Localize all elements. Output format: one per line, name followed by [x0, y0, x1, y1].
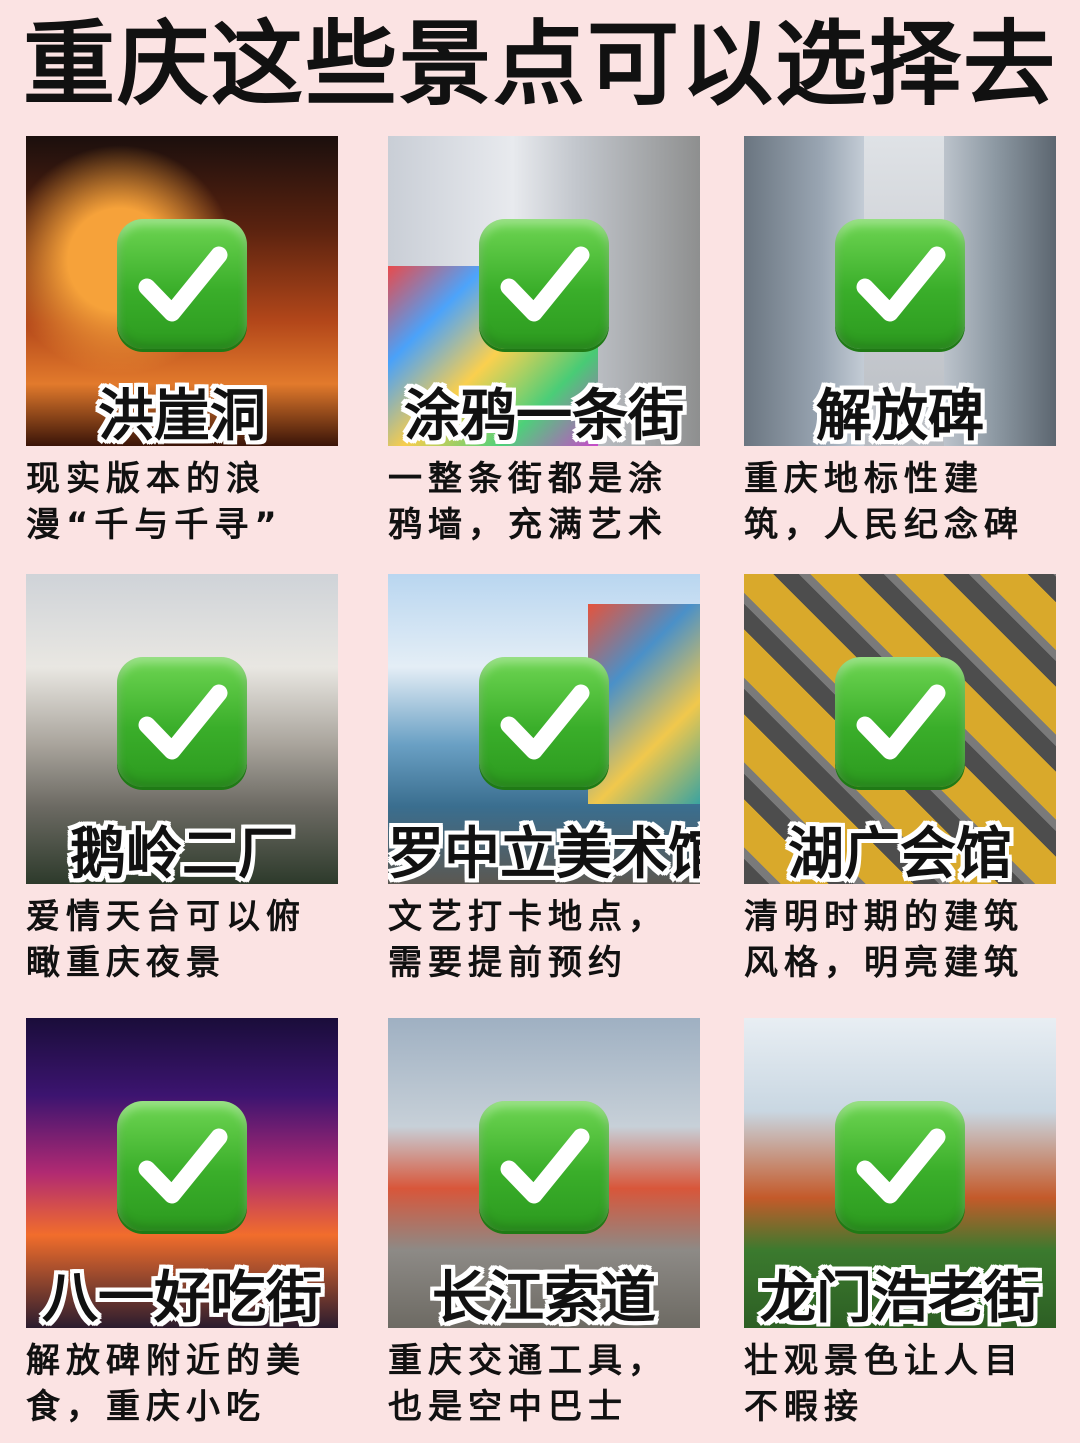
spots-grid: 洪崖洞 现实版本的浪漫“千与千寻” 涂鸦一条街 一整条街都是涂鸦墙，充满艺术: [0, 0, 1080, 1443]
spot-name: 洪崖洞: [98, 384, 266, 446]
spot-name: 解放碑: [816, 384, 984, 446]
spot-description: 一整条街都是涂 鸦墙，充满艺术: [388, 459, 668, 545]
spot-photo: 涂鸦一条街: [388, 136, 700, 446]
spot-card: 龙门浩老街 壮观景色让人目 不暇接: [744, 1018, 1056, 1430]
spot-photo: 罗中立美术馆: [388, 574, 700, 884]
spot-name: 龙门浩老街: [760, 1266, 1040, 1328]
spot-photo: 长江索道: [388, 1018, 700, 1328]
check-mark-icon: [117, 657, 247, 787]
spot-photo: 八一好吃街: [26, 1018, 338, 1328]
check-mark-icon: [479, 1101, 609, 1231]
spot-photo: 洪崖洞: [26, 136, 338, 446]
spot-name: 鹅岭二厂: [70, 822, 294, 884]
spot-photo: 解放碑: [744, 136, 1056, 446]
spot-photo: 鹅岭二厂: [26, 574, 338, 884]
spot-photo: 湖广会馆: [744, 574, 1056, 884]
check-mark-icon: [835, 219, 965, 349]
spot-name: 罗中立美术馆: [388, 822, 700, 884]
spot-card: 长江索道 重庆交通工具， 也是空中巴士: [388, 1018, 700, 1430]
check-mark-icon: [117, 1101, 247, 1231]
spot-description: 现实版本的浪 漫“千与千寻”: [26, 459, 283, 545]
spot-card: 湖广会馆 清明时期的建筑 风格，明亮建筑: [744, 574, 1056, 986]
check-mark-icon: [117, 219, 247, 349]
spot-name: 长江索道: [432, 1266, 656, 1328]
spot-card: 洪崖洞 现实版本的浪 漫“千与千寻”: [26, 136, 338, 548]
spot-description: 解放碑附近的美 食，重庆小吃: [26, 1341, 306, 1427]
spot-card: 涂鸦一条街 一整条街都是涂 鸦墙，充满艺术: [388, 136, 700, 548]
poster: 重庆这些景点可以选择去 洪崖洞 现实版本的浪 漫“千与千寻” 涂鸦一条街 一整条…: [0, 0, 1080, 1443]
spot-name: 八一好吃街: [42, 1266, 322, 1328]
spot-name: 涂鸦一条街: [404, 384, 684, 446]
check-mark-icon: [479, 219, 609, 349]
spot-card: 鹅岭二厂 爱情天台可以俯 瞰重庆夜景: [26, 574, 338, 986]
spot-card: 罗中立美术馆 文艺打卡地点， 需要提前预约: [388, 574, 700, 986]
spot-description: 壮观景色让人目 不暇接: [744, 1341, 1024, 1427]
spot-description: 文艺打卡地点， 需要提前预约: [388, 897, 668, 983]
spot-name: 湖广会馆: [788, 822, 1012, 884]
spot-card: 八一好吃街 解放碑附近的美 食，重庆小吃: [26, 1018, 338, 1430]
check-mark-icon: [835, 657, 965, 787]
check-mark-icon: [479, 657, 609, 787]
check-mark-icon: [835, 1101, 965, 1231]
spot-description: 清明时期的建筑 风格，明亮建筑: [744, 897, 1024, 983]
spot-card: 解放碑 重庆地标性建 筑，人民纪念碑: [744, 136, 1056, 548]
spot-photo: 龙门浩老街: [744, 1018, 1056, 1328]
spot-description: 重庆交通工具， 也是空中巴士: [388, 1341, 668, 1427]
spot-description: 重庆地标性建 筑，人民纪念碑: [744, 459, 1024, 545]
spot-description: 爱情天台可以俯 瞰重庆夜景: [26, 897, 306, 983]
